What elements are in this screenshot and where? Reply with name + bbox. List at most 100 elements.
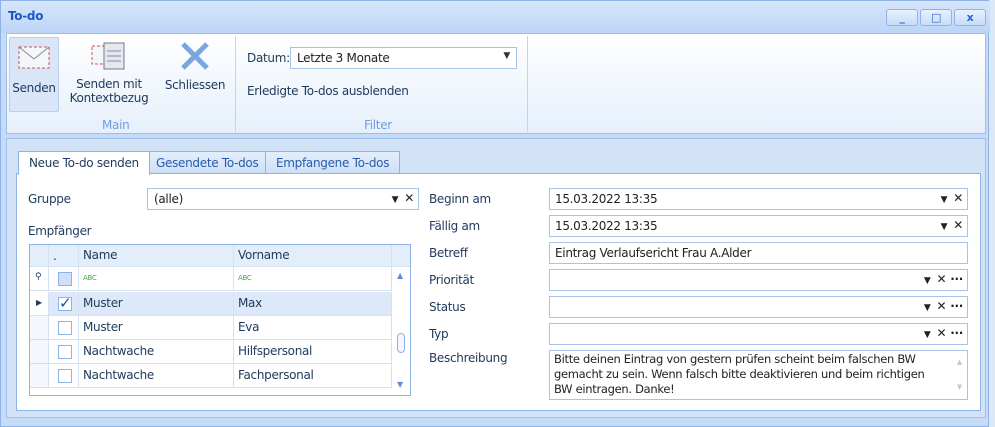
row-vorname[interactable]: Eva [234,316,392,340]
empfaenger-label: Empfänger [28,224,92,238]
row-vorname[interactable]: Hilfspersonal [234,340,392,364]
more-icon[interactable]: ··· [950,326,963,340]
beschreibung-value: Bitte deinen Eintrag von gestern prüfen … [554,352,925,396]
recipient-checkbox[interactable] [58,321,72,335]
clear-icon[interactable]: ✕ [953,218,963,232]
row-vorname[interactable]: Max [234,292,392,316]
envelope-icon [18,46,50,69]
main-group-label: Main [102,118,130,132]
chevron-down-icon[interactable]: ▼ [941,195,948,205]
typ-select[interactable]: ▼ ✕ ··· [549,323,968,345]
betreff-input[interactable]: Eintrag Verlaufsericht Frau A.Alder [549,242,968,264]
betreff-label: Betreff [429,246,468,260]
filter-vorname[interactable]: ABC [234,267,392,291]
row-name[interactable]: Nachtwache [79,364,234,388]
row-indicator[interactable] [30,364,49,388]
chevron-down-icon[interactable]: ▼ [941,222,948,232]
status-label: Status [429,300,466,314]
beginn-value: 15.03.2022 13:35 [555,192,658,206]
schliessen-label: Schliessen [164,78,226,92]
clear-icon[interactable]: ✕ [936,272,946,286]
scroll-up-icon[interactable]: ▲ [957,355,962,370]
gruppe-label: Gruppe [28,192,71,206]
beschreibung-textarea[interactable]: Bitte deinen Eintrag von gestern prüfen … [549,350,968,400]
tab-neue-todo[interactable]: Neue To-do senden [18,151,150,175]
faellig-value: 15.03.2022 13:35 [555,219,658,233]
status-select[interactable]: ▼ ✕ ··· [549,296,968,318]
more-icon[interactable]: ··· [950,299,963,313]
senden-label: Senden [12,81,56,95]
scrollbar-thumb[interactable] [397,333,405,353]
maximize-button[interactable]: □ [920,9,952,26]
datum-value: Letzte 3 Monate [297,51,390,65]
gruppe-select[interactable]: (alle) ▼ ✕ [147,188,419,210]
prioritaet-label: Priorität [429,273,474,287]
table-row-checkbox-cell [49,316,79,340]
tab-gesendete-todos[interactable]: Gesendete To-dos [145,151,270,174]
schliessen-button[interactable]: Schliessen [159,37,231,112]
typ-label: Typ [429,327,449,341]
close-button[interactable]: x [954,9,986,26]
recipient-checkbox[interactable]: ✓ [58,296,72,311]
clear-icon[interactable]: ✕ [936,299,946,313]
window-title: To-do [8,9,44,23]
column-header-vorname[interactable]: Vorname [234,245,392,267]
group-separator [235,36,236,132]
filter-name[interactable]: ABC [79,267,234,291]
column-header-name[interactable]: Name [79,245,234,267]
column-header-check[interactable]: . [49,245,79,267]
row-indicator[interactable]: ▶ [30,292,49,316]
ribbon: Senden Senden mit Kontextbezug Schliesse… [6,33,986,134]
filter-checkbox[interactable] [58,272,72,286]
beginn-date-input[interactable]: 15.03.2022 13:35 ▼ ✕ [549,188,968,210]
chevron-down-icon[interactable]: ▼ [924,330,931,340]
row-name[interactable]: Muster [79,316,234,340]
scroll-down-icon[interactable]: ▼ [957,380,962,395]
envelope-document-icon [91,42,125,70]
chevron-down-icon[interactable]: ▼ [392,195,399,205]
chevron-down-icon[interactable]: ▼ [924,303,931,313]
chevron-down-icon[interactable]: ▼ [924,276,931,286]
clear-icon[interactable]: ✕ [953,191,963,205]
senden-mit-label: Senden mit [76,77,142,91]
row-indicator[interactable] [30,316,49,340]
scroll-down-icon[interactable]: ▼ [397,380,403,389]
beginn-label: Beginn am [429,192,491,206]
faellig-label: Fällig am [429,219,480,233]
senden-button[interactable]: Senden [9,37,59,112]
senden-mit-kontextbezug-button[interactable]: Senden mit Kontextbezug [64,37,154,112]
erledigte-ausblenden-toggle[interactable]: Erledigte To-dos ausblenden [247,84,409,98]
row-vorname[interactable]: Fachpersonal [234,364,392,388]
scroll-up-icon[interactable]: ▲ [397,271,403,280]
filter-group-label: Filter [364,118,392,132]
more-icon[interactable]: ··· [950,272,963,286]
todo-window: To-do _ □ x Senden Senden mit Kontextbez… [0,0,990,427]
group-separator [527,36,528,132]
table-row-checkbox-cell [49,340,79,364]
empfaenger-grid: . Name Vorname ⚲ ABC ABC ▶ ✓ Muster Max … [29,244,411,396]
minimize-button[interactable]: _ [886,9,918,26]
datum-select[interactable]: Letzte 3 Monate ▼ [290,47,517,69]
close-x-icon [181,42,209,70]
filter-pin-icon: ⚲ [30,267,49,291]
chevron-down-icon: ▼ [503,51,510,61]
row-name[interactable]: Muster [79,292,234,316]
tab-empfangene-todos[interactable]: Empfangene To-dos [265,151,401,174]
row-indicator[interactable] [30,340,49,364]
table-row-checkbox-cell [49,364,79,388]
beschreibung-label: Beschreibung [429,351,508,365]
title-bar: To-do _ □ x [1,1,990,33]
clear-icon[interactable]: ✕ [936,326,946,340]
grid-scrollbar[interactable]: ▲ ▼ [392,267,410,395]
betreff-value: Eintrag Verlaufsericht Frau A.Alder [555,246,752,260]
clear-icon[interactable]: ✕ [404,191,414,205]
recipient-checkbox[interactable] [58,345,72,359]
row-name[interactable]: Nachtwache [79,340,234,364]
table-row-checkbox-cell: ✓ [49,292,79,316]
prioritaet-select[interactable]: ▼ ✕ ··· [549,269,968,291]
datum-label: Datum: [247,51,290,65]
gruppe-value: (alle) [154,192,183,206]
faellig-date-input[interactable]: 15.03.2022 13:35 ▼ ✕ [549,215,968,237]
recipient-checkbox[interactable] [58,369,72,383]
kontextbezug-label: Kontextbezug [69,91,149,105]
